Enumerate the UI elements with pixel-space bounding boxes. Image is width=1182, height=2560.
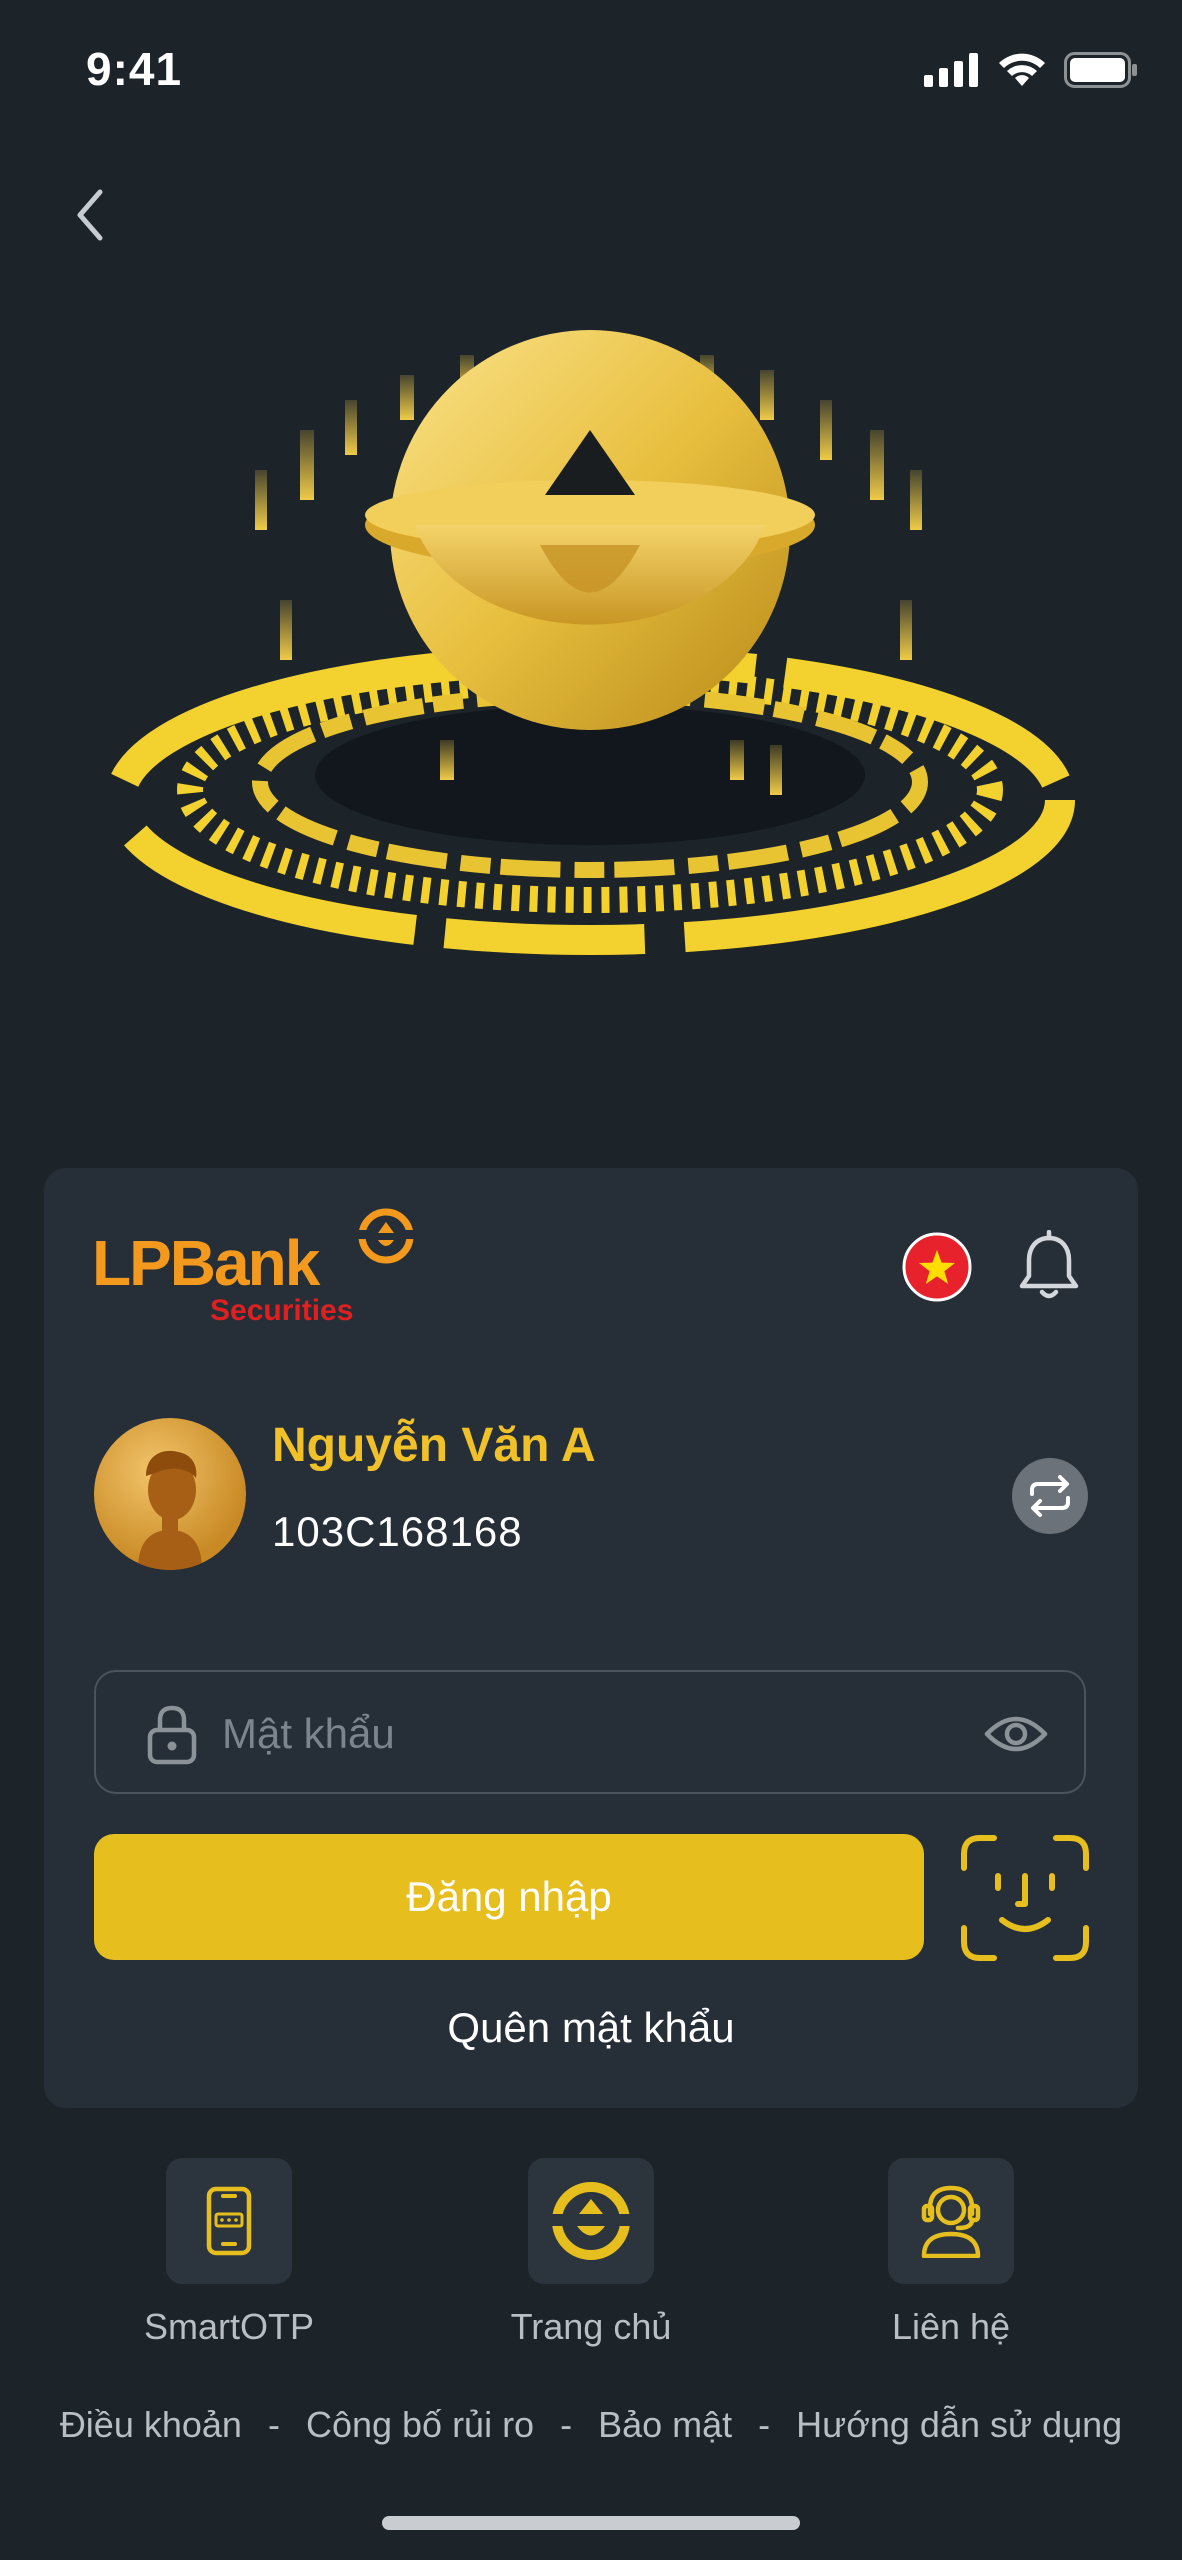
avatar (94, 1418, 246, 1570)
status-bar: 9:41 (0, 0, 1182, 140)
bell-icon (1019, 1229, 1079, 1299)
password-input[interactable] (222, 1692, 922, 1776)
lpbank-securities-logo: LPBank Securities (92, 1208, 416, 1328)
notification-button[interactable] (1014, 1229, 1084, 1304)
footer-link-terms[interactable]: Điều khoản (60, 2404, 242, 2446)
quick-action-icon-box (528, 2158, 654, 2284)
login-button[interactable]: Đăng nhập (94, 1834, 924, 1960)
quick-actions: SmartOTP Trang chủ Liên hệ (0, 2158, 1182, 2358)
battery-icon (1064, 52, 1137, 88)
eye-icon[interactable] (984, 1710, 1048, 1758)
back-button[interactable] (62, 180, 122, 250)
chevron-left-icon (77, 189, 103, 241)
language-button[interactable] (902, 1232, 972, 1302)
quick-action-contact[interactable]: Liên hệ (831, 2158, 1071, 2348)
footer-separator: - (560, 2404, 573, 2445)
footer-separator: - (267, 2404, 280, 2445)
quick-action-smartotp[interactable]: SmartOTP (109, 2158, 349, 2348)
status-icons (924, 52, 1138, 88)
user-silhouette-icon (138, 1450, 202, 1570)
password-field[interactable] (94, 1670, 1086, 1794)
logo-wordmark: LPBank (92, 1227, 320, 1299)
hero-illustration (105, 330, 1075, 955)
footer-link-risk-disclosure[interactable]: Công bố rủi ro (306, 2404, 534, 2446)
footer-links: Điều khoản - Công bố rủi ro - Bảo mật - … (0, 2404, 1182, 2446)
quick-action-label: SmartOTP (143, 2306, 314, 2347)
footer-separator: - (758, 2404, 771, 2445)
support-agent-icon (921, 2185, 981, 2258)
forgot-password-link[interactable]: Quên mật khẩu (44, 2004, 1138, 2052)
cellular-signal-icon (924, 53, 978, 87)
lpbank-home-icon (547, 2182, 635, 2260)
user-name: Nguyễn Văn A (272, 1419, 596, 1472)
face-id-icon (961, 1835, 1089, 1961)
home-indicator[interactable] (382, 2516, 800, 2530)
login-card: LPBank Securities Nguyễn Văn A 103C16816… (44, 1168, 1138, 2108)
lock-icon (147, 1705, 197, 1765)
vietnam-flag-icon (902, 1232, 972, 1302)
quick-action-label: Trang chủ (510, 2306, 672, 2347)
quick-action-icon-box (166, 2158, 292, 2284)
face-id-button[interactable] (960, 1834, 1090, 1962)
lpbank-logo-mark-icon (356, 1208, 416, 1264)
account-id: 103C168168 (272, 1508, 523, 1555)
quick-action-home[interactable]: Trang chủ (471, 2158, 711, 2348)
quick-action-label: Liên hệ (891, 2306, 1011, 2347)
footer-link-privacy[interactable]: Bảo mật (598, 2404, 732, 2446)
swap-arrows-icon (1030, 1475, 1070, 1517)
phone-otp-icon (206, 2186, 252, 2256)
wifi-icon (999, 53, 1045, 86)
quick-action-icon-box (888, 2158, 1014, 2284)
footer-link-user-guide[interactable]: Hướng dẫn sử dụng (796, 2404, 1122, 2446)
logo-subtitle: Securities (210, 1294, 354, 1327)
status-time: 9:41 (86, 43, 183, 95)
switch-account-button[interactable] (1012, 1458, 1088, 1534)
